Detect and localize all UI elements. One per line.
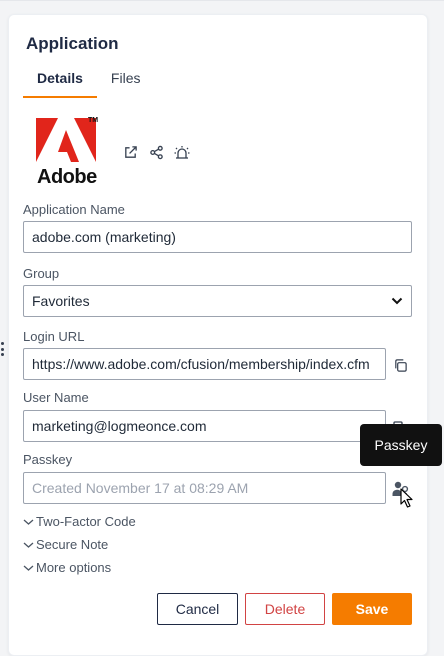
more-options-toggle[interactable]: More options <box>23 560 111 575</box>
two-factor-code-label: Two-Factor Code <box>36 514 136 529</box>
tab-details[interactable]: Details <box>23 66 97 98</box>
chevron-down-icon <box>23 542 34 548</box>
chevron-down-icon <box>23 565 34 571</box>
tab-files[interactable]: Files <box>97 66 155 96</box>
copy-url-icon[interactable] <box>391 356 409 374</box>
user-name-input[interactable]: marketing@logmeonce.com <box>23 410 386 442</box>
user-name-label: User Name <box>23 390 89 405</box>
save-button[interactable]: Save <box>332 593 412 625</box>
chevron-down-icon <box>391 297 403 305</box>
login-url-label: Login URL <box>23 329 85 344</box>
app-action-icons <box>121 143 191 161</box>
group-select[interactable]: Favorites <box>23 285 412 317</box>
group-label: Group <box>23 266 60 281</box>
share-icon[interactable] <box>147 143 165 161</box>
more-options-label: More options <box>36 560 112 575</box>
secure-note-toggle[interactable]: Secure Note <box>23 537 108 552</box>
login-url-input[interactable]: https://www.adobe.com/cfusion/membership… <box>23 348 386 380</box>
alarm-icon[interactable] <box>173 143 191 161</box>
mouse-cursor-icon <box>400 488 413 508</box>
group-selected-value: Favorites <box>32 293 90 309</box>
tab-bar: Details Files <box>23 66 155 98</box>
external-link-icon[interactable] <box>121 143 139 161</box>
cancel-button[interactable]: Cancel <box>157 593 238 625</box>
top-divider <box>0 0 444 1</box>
delete-button[interactable]: Delete <box>245 593 325 625</box>
logo-trademark: TM <box>88 117 99 124</box>
drag-handle-icon[interactable] <box>0 342 4 356</box>
passkey-tooltip: Passkey <box>360 424 442 466</box>
application-name-input[interactable]: adobe.com (marketing) <box>23 221 412 253</box>
application-name-label: Application Name <box>23 202 125 217</box>
two-factor-code-toggle[interactable]: Two-Factor Code <box>23 514 136 529</box>
passkey-label: Passkey <box>23 452 73 467</box>
passkey-field[interactable]: Created November 17 at 08:29 AM <box>23 472 386 504</box>
logo-wordmark: Adobe <box>37 166 97 188</box>
chevron-down-icon <box>23 519 34 525</box>
panel-title: Application <box>26 34 119 53</box>
secure-note-label: Secure Note <box>36 537 109 552</box>
